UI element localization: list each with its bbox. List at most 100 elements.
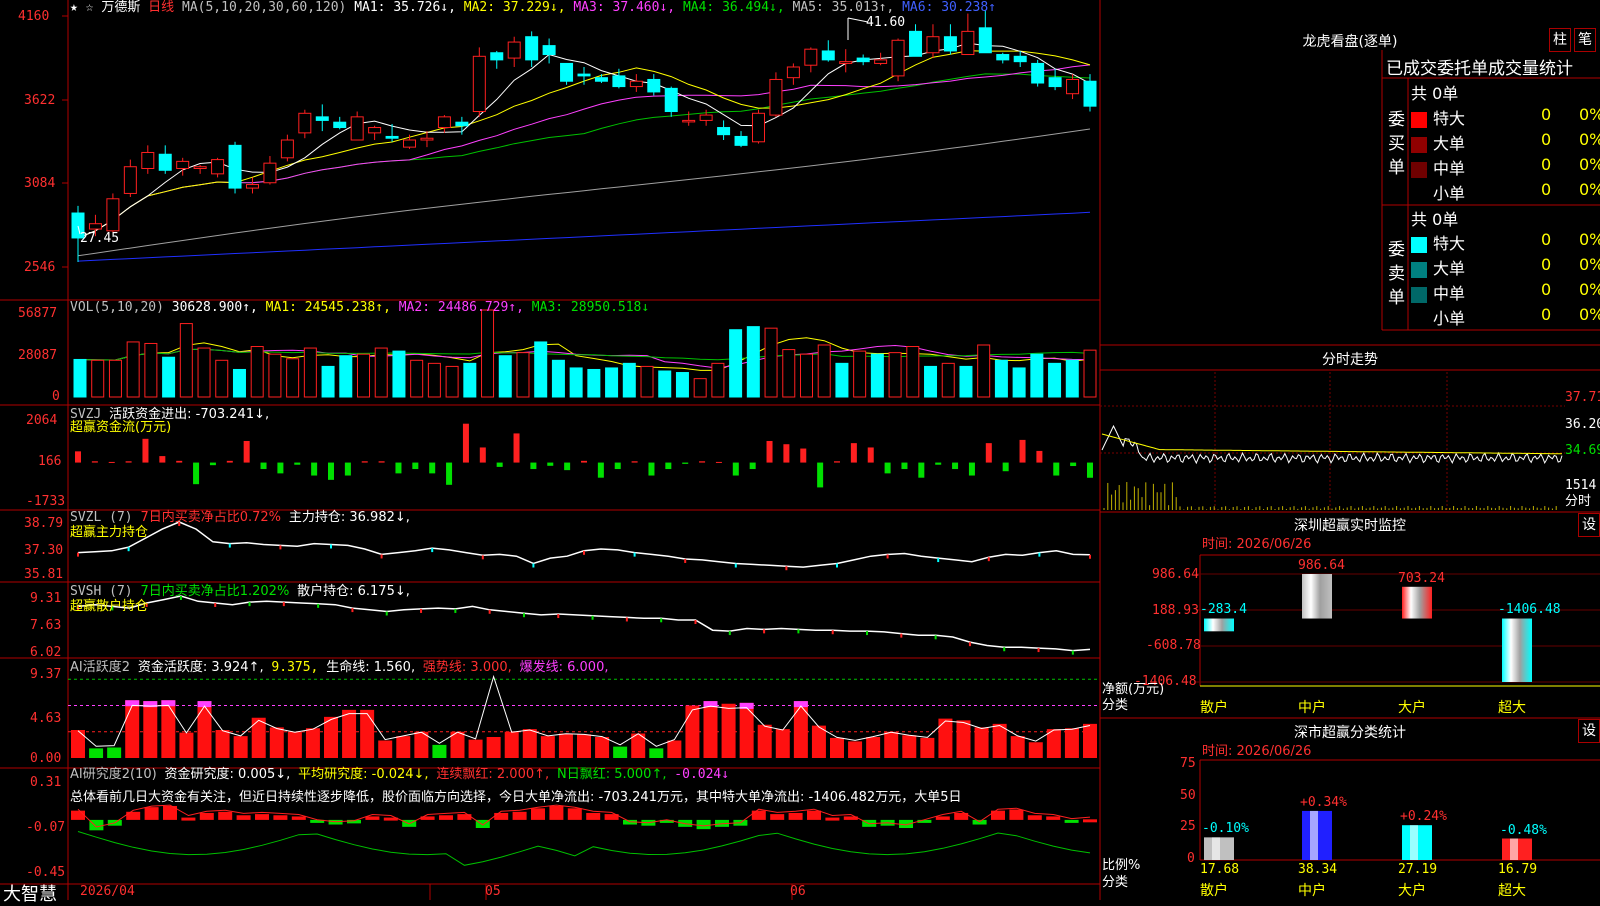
holding-dot [214, 602, 217, 607]
volume-bar [817, 344, 831, 398]
volume-bar [303, 347, 317, 398]
holding-dot [728, 631, 731, 636]
order-color-swatch [1411, 161, 1427, 178]
volume-bar [959, 365, 973, 398]
research-bar [512, 811, 527, 820]
holding-dot [866, 631, 869, 636]
sz-bar [1502, 618, 1532, 682]
holding-dot [785, 566, 788, 571]
candle-up [874, 59, 888, 64]
order-type: 小单 [1433, 309, 1466, 328]
candle-down [996, 54, 1010, 61]
ai-active-v2: 9.375, [271, 660, 319, 675]
active-bar [866, 736, 881, 758]
fund-flow-bar [952, 462, 959, 470]
active-bar [1028, 742, 1043, 758]
candle-down [1083, 80, 1097, 107]
ss-settings-button[interactable]: 设 [1578, 719, 1600, 743]
volume-bar [605, 367, 619, 398]
holding-dot [77, 552, 79, 557]
fund-flow-bar [125, 461, 132, 463]
category-label: 超大 [1498, 700, 1526, 716]
date-tick: 06 [790, 884, 806, 899]
sz-value-label: 986.64 [1298, 558, 1345, 573]
order-color-swatch [1411, 136, 1427, 153]
fund-flow-bar [530, 462, 537, 470]
active-bar [432, 744, 447, 758]
fund-flow-bar [378, 461, 385, 463]
holding-dot [831, 630, 834, 635]
stock-name: 万德斯 [101, 0, 141, 15]
research-bar [218, 811, 233, 820]
candle-up [926, 36, 940, 54]
active-bar [287, 731, 302, 758]
active-bar [884, 731, 899, 758]
candle-down [1048, 77, 1062, 88]
fund-flow-bar [395, 462, 402, 474]
active-bar [938, 718, 953, 758]
fund-flow-bar [294, 462, 301, 465]
retail-holding-line [77, 595, 1091, 652]
fund-flow-bar [834, 461, 840, 463]
sz-cat-label: 分类 [1102, 698, 1129, 713]
bar-mode-button[interactable]: 柱 [1549, 28, 1571, 52]
ai-active-v5: 爆发线: 6.000, [519, 660, 609, 675]
sell-orders-label: 委卖单 [1388, 240, 1405, 308]
active-bar [811, 725, 826, 758]
holding-dot [633, 552, 636, 557]
high-mark-line [847, 17, 869, 23]
volume-bar [746, 326, 760, 398]
tick-mode-button[interactable]: 笔 [1574, 28, 1596, 52]
svzl-label: SVZL (7) [70, 510, 133, 525]
fund-flow-bar [328, 462, 334, 480]
volume-bar [888, 352, 902, 398]
volume-bar [924, 365, 938, 398]
candle-down [909, 30, 923, 57]
holding-dot [127, 547, 130, 552]
candle-up [804, 48, 818, 66]
fund-flow-bar [935, 462, 942, 465]
period-label[interactable]: 日线 [148, 0, 174, 15]
svzj-tick: 2064 [26, 413, 58, 428]
research-bar [273, 815, 288, 820]
fund-flow-bar [867, 447, 874, 463]
fund-flow-bar [1087, 462, 1093, 478]
fund-flow-bar [142, 438, 149, 463]
vol-value: 30628.900↑, [171, 300, 258, 315]
candle-down [717, 127, 731, 136]
ma6-line [77, 211, 1091, 262]
category-label: 超大 [1498, 883, 1526, 899]
fund-flow-bar [699, 461, 706, 463]
volume-bar [215, 359, 229, 398]
vol-tick: 28087 [18, 348, 58, 363]
volume-bar [906, 346, 920, 398]
holding-dot [968, 642, 971, 647]
volume-bar [374, 347, 388, 398]
order-type: 中单 [1433, 159, 1466, 178]
sz-settings-button[interactable]: 设 [1578, 513, 1600, 537]
svzj-subtitle: 超赢资金流(万元) [70, 420, 172, 435]
active-bar [920, 737, 935, 758]
candle-up [263, 162, 277, 184]
fund-flow-bar [226, 460, 233, 463]
star-icon[interactable]: ★ ☆ [70, 0, 93, 15]
svzl-tick: 37.30 [24, 543, 64, 558]
holding-dot [660, 618, 663, 623]
category-label: 散户 [1200, 700, 1228, 716]
ai-comment: 总体看前几日大资金有关注，但近日持续性逐步降低，股价面临方向选择，今日大单净流出… [70, 790, 962, 805]
holding-dot [1089, 554, 1091, 559]
candle-up [298, 112, 312, 134]
sz-value-label: -283.4 [1200, 601, 1247, 617]
order-row: 小单 0 0% [1411, 305, 1600, 329]
candle-down [315, 116, 329, 121]
candle-down [647, 78, 661, 93]
research-bar [439, 815, 453, 820]
candle-up [472, 55, 486, 113]
candle-up [751, 112, 765, 143]
candle-up [682, 119, 696, 123]
holding-dot [886, 554, 889, 559]
ai-research-header: AI研究度2(10) 资金研究度: 0.005↓, 平均研究度: -0.024↓… [70, 767, 729, 783]
order-row: 特大 0 0% [1411, 230, 1600, 254]
holding-dot [380, 554, 383, 559]
candle-up [245, 184, 259, 189]
